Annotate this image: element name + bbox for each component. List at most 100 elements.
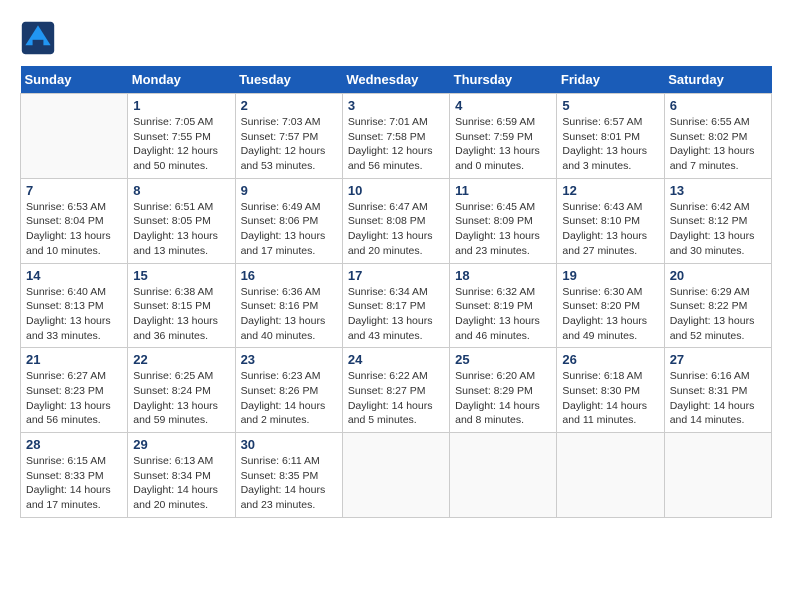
day-number: 15 bbox=[133, 268, 229, 283]
calendar-table: SundayMondayTuesdayWednesdayThursdayFrid… bbox=[20, 66, 772, 518]
header-cell-friday: Friday bbox=[557, 66, 664, 94]
day-cell bbox=[664, 433, 771, 518]
day-cell: 5Sunrise: 6:57 AM Sunset: 8:01 PM Daylig… bbox=[557, 94, 664, 179]
day-number: 18 bbox=[455, 268, 551, 283]
day-info: Sunrise: 6:13 AM Sunset: 8:34 PM Dayligh… bbox=[133, 454, 229, 513]
day-info: Sunrise: 6:45 AM Sunset: 8:09 PM Dayligh… bbox=[455, 200, 551, 259]
day-cell: 19 Sunrise: 6:30 AM Sunset: 8:20 PM Dayli… bbox=[557, 263, 664, 348]
day-info: Sunrise: 6:32 AM Sunset: 8:19 PM Dayligh… bbox=[455, 285, 551, 344]
day-number: 6 bbox=[670, 98, 766, 113]
day-cell: 9 Sunrise: 6:49 AM Sunset: 8:06 PM Daylig… bbox=[235, 178, 342, 263]
day-info: Sunrise: 6:36 AM Sunset: 8:16 PM Dayligh… bbox=[241, 285, 337, 344]
header-cell-tuesday: Tuesday bbox=[235, 66, 342, 94]
day-cell bbox=[557, 433, 664, 518]
week-row-5: 28 Sunrise: 6:15 AM Sunset: 8:33 PM Dayli… bbox=[21, 433, 772, 518]
day-cell: 13 Sunrise: 6:42 AM Sunset: 8:12 PM Dayli… bbox=[664, 178, 771, 263]
day-number: 29 bbox=[133, 437, 229, 452]
calendar-header: SundayMondayTuesdayWednesdayThursdayFrid… bbox=[21, 66, 772, 94]
day-info: Sunrise: 6:38 AM Sunset: 8:15 PM Dayligh… bbox=[133, 285, 229, 344]
day-cell: 25 Sunrise: 6:20 AM Sunset: 8:29 PM Dayli… bbox=[450, 348, 557, 433]
day-number: 21 bbox=[26, 352, 122, 367]
week-row-3: 14 Sunrise: 6:40 AM Sunset: 8:13 PM Dayli… bbox=[21, 263, 772, 348]
day-cell: 4 Sunrise: 6:59 AM Sunset: 7:59 PM Daylig… bbox=[450, 94, 557, 179]
day-cell: 24 Sunrise: 6:22 AM Sunset: 8:27 PM Dayli… bbox=[342, 348, 449, 433]
day-cell: 17 Sunrise: 6:34 AM Sunset: 8:17 PM Dayli… bbox=[342, 263, 449, 348]
header-cell-wednesday: Wednesday bbox=[342, 66, 449, 94]
day-cell: 12Sunrise: 6:43 AM Sunset: 8:10 PM Dayli… bbox=[557, 178, 664, 263]
day-number: 24 bbox=[348, 352, 444, 367]
day-number: 28 bbox=[26, 437, 122, 452]
day-info: Sunrise: 7:05 AM Sunset: 7:55 PM Dayligh… bbox=[133, 115, 229, 174]
day-info: Sunrise: 6:47 AM Sunset: 8:08 PM Dayligh… bbox=[348, 200, 444, 259]
logo-icon bbox=[20, 20, 56, 56]
day-cell bbox=[342, 433, 449, 518]
day-cell bbox=[21, 94, 128, 179]
day-number: 14 bbox=[26, 268, 122, 283]
day-number: 3 bbox=[348, 98, 444, 113]
day-info: Sunrise: 6:34 AM Sunset: 8:17 PM Dayligh… bbox=[348, 285, 444, 344]
day-info: Sunrise: 6:20 AM Sunset: 8:29 PM Dayligh… bbox=[455, 369, 551, 428]
day-cell: 1 Sunrise: 7:05 AM Sunset: 7:55 PM Daylig… bbox=[128, 94, 235, 179]
day-number: 13 bbox=[670, 183, 766, 198]
day-cell: 29 Sunrise: 6:13 AM Sunset: 8:34 PM Dayli… bbox=[128, 433, 235, 518]
day-info: Sunrise: 6:30 AM Sunset: 8:20 PM Dayligh… bbox=[562, 285, 658, 344]
calendar-body: 1 Sunrise: 7:05 AM Sunset: 7:55 PM Daylig… bbox=[21, 94, 772, 518]
day-number: 9 bbox=[241, 183, 337, 198]
day-cell: 21 Sunrise: 6:27 AM Sunset: 8:23 PM Dayli… bbox=[21, 348, 128, 433]
page-header bbox=[20, 20, 772, 56]
day-info: Sunrise: 6:40 AM Sunset: 8:13 PM Dayligh… bbox=[26, 285, 122, 344]
day-number: 1 bbox=[133, 98, 229, 113]
header-cell-sunday: Sunday bbox=[21, 66, 128, 94]
day-number: 25 bbox=[455, 352, 551, 367]
header-cell-monday: Monday bbox=[128, 66, 235, 94]
day-cell: 27 Sunrise: 6:16 AM Sunset: 8:31 PM Dayli… bbox=[664, 348, 771, 433]
day-cell: 26 Sunrise: 6:18 AM Sunset: 8:30 PM Dayli… bbox=[557, 348, 664, 433]
day-info: Sunrise: 6:55 AM Sunset: 8:02 PM Dayligh… bbox=[670, 115, 766, 174]
day-info: Sunrise: 6:53 AM Sunset: 8:04 PM Dayligh… bbox=[26, 200, 122, 259]
day-info: Sunrise: 6:43 AM Sunset: 8:10 PM Dayligh… bbox=[562, 200, 658, 259]
day-cell: 6 Sunrise: 6:55 AM Sunset: 8:02 PM Daylig… bbox=[664, 94, 771, 179]
day-info: Sunrise: 6:59 AM Sunset: 7:59 PM Dayligh… bbox=[455, 115, 551, 174]
day-number: 7 bbox=[26, 183, 122, 198]
day-cell: 30 Sunrise: 6:11 AM Sunset: 8:35 PM Dayli… bbox=[235, 433, 342, 518]
day-info: Sunrise: 6:49 AM Sunset: 8:06 PM Dayligh… bbox=[241, 200, 337, 259]
day-cell: 28 Sunrise: 6:15 AM Sunset: 8:33 PM Dayli… bbox=[21, 433, 128, 518]
day-number: 8 bbox=[133, 183, 229, 198]
day-cell: 7 Sunrise: 6:53 AM Sunset: 8:04 PM Daylig… bbox=[21, 178, 128, 263]
day-number: 10 bbox=[348, 183, 444, 198]
day-number: 23 bbox=[241, 352, 337, 367]
day-number: 4 bbox=[455, 98, 551, 113]
day-info: Sunrise: 6:22 AM Sunset: 8:27 PM Dayligh… bbox=[348, 369, 444, 428]
day-info: Sunrise: 6:51 AM Sunset: 8:05 PM Dayligh… bbox=[133, 200, 229, 259]
day-info: Sunrise: 6:23 AM Sunset: 8:26 PM Dayligh… bbox=[241, 369, 337, 428]
day-cell: 8 Sunrise: 6:51 AM Sunset: 8:05 PM Daylig… bbox=[128, 178, 235, 263]
day-info: Sunrise: 6:25 AM Sunset: 8:24 PM Dayligh… bbox=[133, 369, 229, 428]
day-info: Sunrise: 6:27 AM Sunset: 8:23 PM Dayligh… bbox=[26, 369, 122, 428]
day-info: Sunrise: 7:03 AM Sunset: 7:57 PM Dayligh… bbox=[241, 115, 337, 174]
day-info: Sunrise: 6:15 AM Sunset: 8:33 PM Dayligh… bbox=[26, 454, 122, 513]
day-number: 26 bbox=[562, 352, 658, 367]
day-number: 16 bbox=[241, 268, 337, 283]
week-row-4: 21 Sunrise: 6:27 AM Sunset: 8:23 PM Dayli… bbox=[21, 348, 772, 433]
day-info: Sunrise: 6:11 AM Sunset: 8:35 PM Dayligh… bbox=[241, 454, 337, 513]
week-row-1: 1 Sunrise: 7:05 AM Sunset: 7:55 PM Daylig… bbox=[21, 94, 772, 179]
day-info: Sunrise: 6:29 AM Sunset: 8:22 PM Dayligh… bbox=[670, 285, 766, 344]
day-number: 17 bbox=[348, 268, 444, 283]
day-cell: 18 Sunrise: 6:32 AM Sunset: 8:19 PM Dayli… bbox=[450, 263, 557, 348]
day-info: Sunrise: 6:16 AM Sunset: 8:31 PM Dayligh… bbox=[670, 369, 766, 428]
day-number: 19 bbox=[562, 268, 658, 283]
logo bbox=[20, 20, 62, 56]
day-info: Sunrise: 6:42 AM Sunset: 8:12 PM Dayligh… bbox=[670, 200, 766, 259]
day-number: 30 bbox=[241, 437, 337, 452]
day-info: Sunrise: 6:57 AM Sunset: 8:01 PM Dayligh… bbox=[562, 115, 658, 174]
day-info: Sunrise: 7:01 AM Sunset: 7:58 PM Dayligh… bbox=[348, 115, 444, 174]
day-cell: 11Sunrise: 6:45 AM Sunset: 8:09 PM Dayli… bbox=[450, 178, 557, 263]
day-cell: 3 Sunrise: 7:01 AM Sunset: 7:58 PM Daylig… bbox=[342, 94, 449, 179]
day-cell: 14 Sunrise: 6:40 AM Sunset: 8:13 PM Dayli… bbox=[21, 263, 128, 348]
day-number: 27 bbox=[670, 352, 766, 367]
day-cell: 23 Sunrise: 6:23 AM Sunset: 8:26 PM Dayli… bbox=[235, 348, 342, 433]
header-cell-saturday: Saturday bbox=[664, 66, 771, 94]
day-cell: 10 Sunrise: 6:47 AM Sunset: 8:08 PM Dayli… bbox=[342, 178, 449, 263]
day-info: Sunrise: 6:18 AM Sunset: 8:30 PM Dayligh… bbox=[562, 369, 658, 428]
day-cell: 20Sunrise: 6:29 AM Sunset: 8:22 PM Dayli… bbox=[664, 263, 771, 348]
